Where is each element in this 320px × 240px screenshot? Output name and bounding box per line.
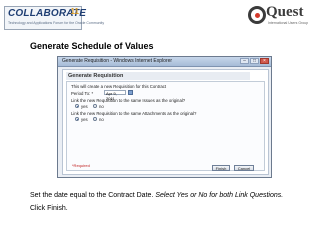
attachments-yes-radio[interactable]: [75, 117, 79, 121]
quest-logo-tagline: International Users Group: [268, 21, 309, 25]
dialog-window: Generate Requisition - Windows Internet …: [57, 56, 272, 178]
intro-text: This will create a new Requisition for t…: [71, 84, 167, 89]
instruction-line-1: Set the date equal to the Contract Date.…: [30, 192, 283, 199]
period-to-input[interactable]: Apr 9, 2011: [104, 90, 126, 101]
window-title: Generate Requisition - Windows Internet …: [62, 58, 173, 64]
collaborate-logo-tagline: Technology and Applications Forum for th…: [8, 21, 105, 25]
dialog-heading: Generate Requisition: [66, 72, 250, 80]
collaborate-logo-year: 11: [70, 7, 79, 16]
attachments-yes-label: yes: [81, 117, 88, 122]
required-note: *Required: [72, 163, 90, 168]
issues-yes-radio[interactable]: [75, 104, 79, 108]
question-attachments: Link the new Requisition to the same Att…: [71, 111, 197, 116]
close-icon[interactable]: ×: [260, 58, 269, 64]
window-controls: – □ ×: [240, 58, 269, 64]
instruction-plain: Set the date equal to the Contract Date.: [30, 192, 156, 199]
instruction-line-2: Click Finish.: [30, 205, 68, 212]
issues-yes-label: yes: [81, 104, 88, 109]
collaborate-logo: COLLABORATE 11 Technology and Applicatio…: [4, 6, 104, 30]
attachments-no-radio[interactable]: [93, 117, 97, 121]
dialog-content: Generate Requisition This will create a …: [62, 69, 269, 175]
question-issues: Link the new Requisition to the same Iss…: [71, 98, 186, 103]
quest-logo-word: Quest: [266, 4, 304, 20]
finish-button[interactable]: Finish: [212, 165, 230, 171]
date-label: Period To: *: [71, 91, 94, 96]
form-panel: This will create a new Requisition for t…: [66, 81, 265, 171]
attachments-no-label: no: [99, 117, 104, 122]
cancel-button[interactable]: Cancel: [234, 165, 254, 171]
maximize-icon[interactable]: □: [250, 58, 259, 64]
calendar-icon[interactable]: [128, 90, 133, 95]
issues-no-radio[interactable]: [93, 104, 97, 108]
window-titlebar[interactable]: Generate Requisition - Windows Internet …: [58, 57, 271, 67]
minimize-icon[interactable]: –: [240, 58, 249, 64]
issues-no-label: no: [99, 104, 104, 109]
quest-logo: Quest International Users Group: [248, 4, 314, 28]
quest-logo-icon: [248, 6, 266, 24]
instruction-italic: Select Yes or No for both Link Questions…: [155, 192, 284, 199]
slide-title: Generate Schedule of Values: [30, 41, 154, 51]
